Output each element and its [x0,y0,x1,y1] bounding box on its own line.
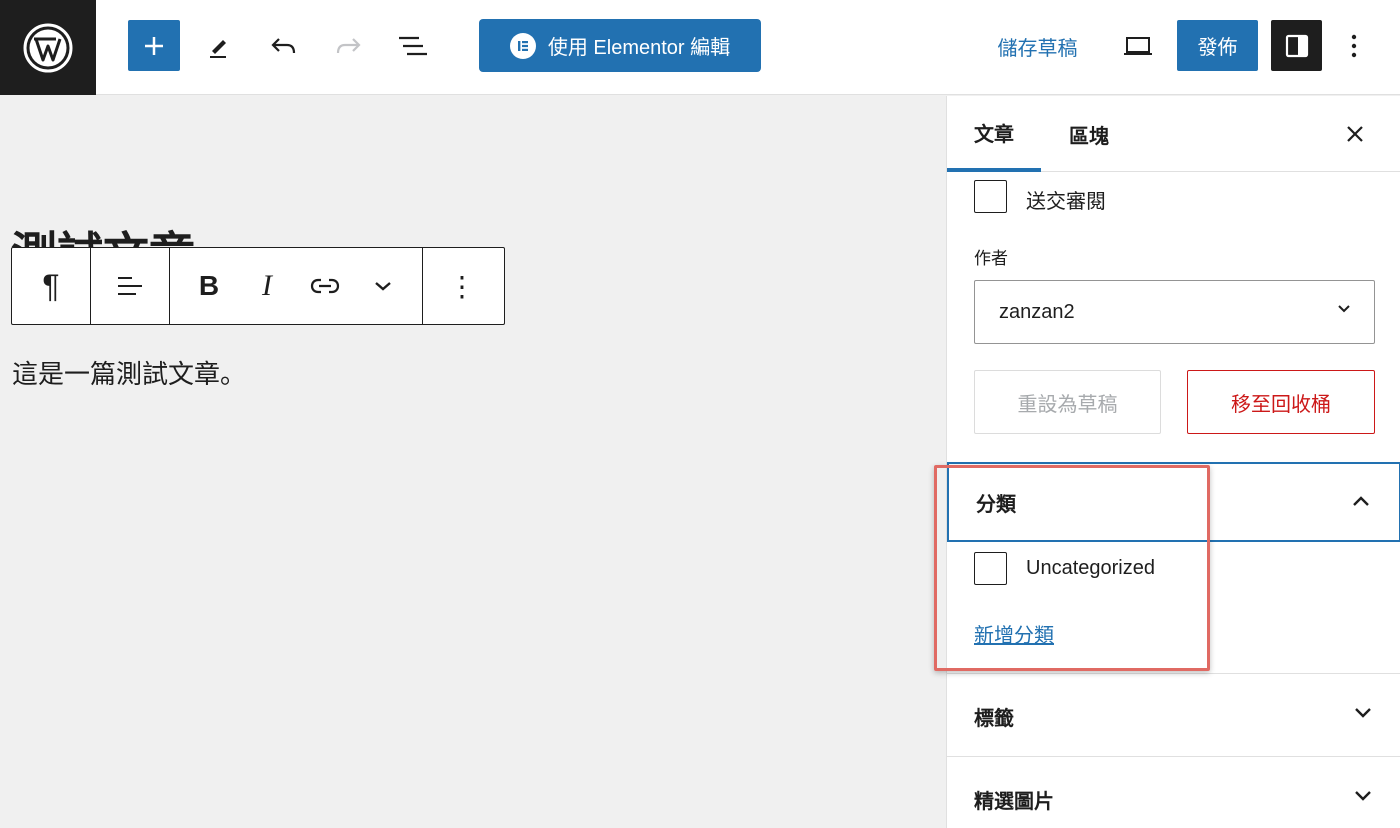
tags-panel-header[interactable]: 標籤 [947,676,1400,756]
add-block-button[interactable] [128,20,180,71]
elementor-button-label: 使用 Elementor 編輯 [547,37,731,59]
pending-review-label: 送交審閱 [1026,191,1106,213]
chevron-down-icon [1355,791,1371,801]
author-select[interactable]: zanzan2 [974,280,1375,344]
undo-button[interactable] [258,20,310,72]
italic-icon: I [262,269,272,302]
link-icon [310,278,340,294]
more-rich-text-button[interactable] [354,249,412,324]
settings-sidebar-toggle[interactable] [1271,20,1322,71]
block-options-button[interactable]: ⋮ [423,249,501,324]
publish-button[interactable]: 發佈 [1177,20,1258,71]
desktop-preview-icon [1124,37,1152,55]
settings-sidebar: 文章 區塊 送交審閱 作者 zanzan2 重設為草稿 移至回收桶 分類 Unc… [946,96,1400,828]
editor-header: 使用 Elementor 編輯 儲存草稿 發佈 [0,0,1400,95]
options-group: ⋮ [423,248,501,324]
chevron-down-icon [1355,708,1371,718]
tools-button[interactable] [192,20,244,72]
edit-with-elementor-button[interactable]: 使用 Elementor 編輯 [479,19,761,72]
redo-icon [336,38,361,54]
list-view-button[interactable] [387,20,439,72]
author-label: 作者 [974,249,1008,268]
paragraph-icon: ¶ [42,267,60,304]
sidebar-toggle-icon [1285,34,1308,57]
more-vertical-icon [1351,34,1357,58]
tab-block[interactable]: 區塊 [1051,96,1127,172]
save-draft-button[interactable]: 儲存草稿 [985,20,1090,72]
author-value: zanzan2 [999,300,1075,323]
more-vertical-icon: ⋮ [448,270,476,302]
panel-divider [947,673,1400,674]
chevron-up-icon [1353,496,1369,506]
categories-title: 分類 [976,493,1016,516]
wordpress-logo-icon[interactable] [0,0,96,95]
panel-divider [947,756,1400,757]
formatting-group: B I [170,248,423,324]
elementor-icon [509,32,536,59]
preview-button[interactable] [1112,20,1164,72]
paragraph-block[interactable]: 這是一篇測試文章。 [12,354,246,391]
categories-panel-header[interactable]: 分類 [947,462,1400,542]
close-sidebar-button[interactable] [1335,114,1375,154]
block-toolbar: ¶ B I ⋮ [11,247,505,325]
category-label-uncategorized: Uncategorized [1026,557,1155,579]
pending-review-checkbox[interactable] [974,180,1007,213]
close-icon [1347,126,1363,142]
redo-button[interactable] [322,20,374,72]
block-type-group: ¶ [12,248,91,324]
bold-icon: B [198,270,220,301]
align-left-icon [118,277,142,295]
featured-image-title: 精選圖片 [974,790,1054,813]
featured-image-panel-header[interactable]: 精選圖片 [947,759,1400,828]
paragraph-block-button[interactable]: ¶ [12,249,90,324]
reset-to-draft-button[interactable]: 重設為草稿 [974,370,1161,434]
editor-canvas: 測試文章 ¶ B I ⋮ 這是一篇測試文章。 [0,96,946,828]
tab-post[interactable]: 文章 [947,96,1041,172]
align-button[interactable] [91,249,169,324]
chevron-down-icon [1338,305,1350,313]
plus-icon [145,36,163,55]
sidebar-tabs: 文章 區塊 [947,96,1400,172]
list-view-icon [399,36,427,56]
category-checkbox-uncategorized[interactable] [974,552,1007,585]
undo-icon [271,38,296,54]
italic-button[interactable]: I [238,249,296,324]
alignment-group [91,248,170,324]
link-button[interactable] [296,249,354,324]
pencil-icon [210,40,226,58]
move-to-trash-button[interactable]: 移至回收桶 [1187,370,1375,434]
add-new-category-link[interactable]: 新增分類 [974,619,1054,648]
options-menu-button[interactable] [1334,20,1374,72]
chevron-down-icon [375,282,391,291]
bold-button[interactable]: B [180,249,238,324]
tags-title: 標籤 [974,707,1014,730]
